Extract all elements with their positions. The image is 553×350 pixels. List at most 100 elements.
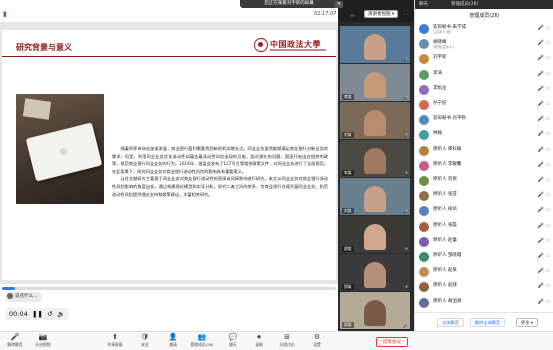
toolbar-button[interactable]: ⚙ 设置	[302, 333, 332, 350]
video-tile[interactable]: 邵某 🎤	[340, 216, 410, 253]
video-tile[interactable]: 邵某 🎤	[340, 292, 410, 329]
participants-list: 答辩秘书-朱学成 (主持人,我) 🎤 ▭ 胡晓峰 (联席主持人) 🎤 ▭ 刘宇新 🎤 ▭ 李涛 🎤…	[415, 22, 553, 312]
toolbar-label: 解除静音	[7, 342, 23, 347]
progress-track[interactable]	[2, 287, 336, 290]
video-tile-name: 李某	[342, 170, 354, 176]
participant-name: 原听人 张磊	[433, 222, 457, 228]
video-tile[interactable]: 李某 🎤	[340, 140, 410, 177]
participant-row[interactable]: 原听人 徐凤 🎤 ▭	[415, 204, 553, 220]
toolbar-button[interactable]: 🛡 安全	[130, 333, 160, 350]
participant-avatar	[419, 145, 429, 156]
meeting-window: 研究背景与意义 中国政法大學 随着利率市场化加速发展，商业银行盈利需要找到新的利…	[0, 0, 553, 350]
participant-row[interactable]: 原听人 李靓馨 🎤 ▭	[415, 159, 553, 175]
end-meeting-button[interactable]: 结束会议	[376, 337, 408, 347]
participant-media-icons[interactable]: 🎤 ▭	[537, 238, 550, 244]
playback-bar: 说点什么... 00:04 ❚❚ ↺ 🔈	[0, 284, 338, 331]
participant-media-icons[interactable]: 🎤 ▭	[537, 299, 550, 305]
participant-name: 刘宇新	[433, 55, 447, 61]
participant-media-icons[interactable]: 🎤 ▭	[537, 223, 550, 229]
toolbar-label: 开启视频	[35, 342, 51, 347]
video-tile[interactable]: 李某 🎤	[340, 64, 410, 101]
participant-media-icons[interactable]: 🎤 ▭	[537, 40, 550, 46]
loop-icon[interactable]: ↺	[45, 310, 52, 318]
participant-row[interactable]: 李涛 🎤 ▭	[415, 68, 553, 84]
toolbar-icon: 👤	[168, 333, 178, 341]
participant-avatar	[419, 69, 429, 80]
participant-media-icons[interactable]: 🎤 ▭	[537, 192, 550, 198]
participant-row[interactable]: 原听人 胡泊源 🎤 ▭	[415, 296, 553, 312]
toolbar-button[interactable]: 👥 管理成员(26)	[187, 333, 217, 350]
participant-row[interactable]: 原听人 赵蕾 🎤 ▭	[415, 235, 553, 251]
toolbar-icon: ⏺	[257, 333, 261, 341]
tab-members[interactable]: 管理成员(26)	[451, 1, 478, 7]
participant-media-icons[interactable]: 🎤 ▭	[537, 131, 550, 137]
tab-chat[interactable]: 聊天	[419, 1, 428, 7]
participant-avatar	[419, 115, 429, 126]
toolbar-button[interactable]: 🎤 解除静音	[0, 333, 30, 350]
video-tile[interactable]: 🎤	[340, 26, 410, 63]
participant-media-icons[interactable]: 🎤 ▭	[537, 101, 550, 107]
participant-media-icons[interactable]: 🎤 ▭	[537, 207, 550, 213]
participant-row[interactable]: 林翰 🎤 ▭	[415, 128, 553, 144]
participant-row[interactable]: 原听人 赵某 🎤 ▭	[415, 265, 553, 281]
playback-time: 00:04	[9, 310, 28, 318]
video-tile[interactable]: 刘某 🎤	[340, 102, 410, 139]
shared-screen-area: 研究背景与意义 中国政法大學 随着利率市场化加速发展，商业银行盈利需要找到新的利…	[0, 0, 338, 331]
banner-close-button[interactable]: ×	[335, 1, 343, 8]
participant-media-icons[interactable]: 🎤 ▭	[537, 268, 550, 274]
university-logo: 中国政法大學	[254, 38, 326, 54]
video-mic-icon: 🎤	[403, 171, 408, 176]
participant-media-icons[interactable]: 🎤 ▭	[537, 147, 550, 153]
participant-media-icons[interactable]: 🎤 ▭	[537, 25, 550, 31]
participant-media-icons[interactable]: 🎤 ▭	[537, 177, 550, 183]
participant-avatar	[419, 100, 429, 110]
participant-media-icons[interactable]: 🎤 ▭	[537, 162, 550, 168]
participant-row[interactable]: 答辩秘书-朱学成 (主持人,我) 🎤 ▭	[415, 22, 553, 38]
more-button[interactable]: 更多 ▾	[516, 318, 538, 327]
participant-media-icons[interactable]: 🎤 ▭	[537, 55, 550, 61]
chat-avatar	[7, 292, 13, 299]
participant-video-figure	[364, 72, 386, 98]
pause-icon[interactable]: ❚❚	[30, 310, 43, 318]
participant-row[interactable]: 原听人 刘悦 🎤 ▭	[415, 174, 553, 190]
toolbar-button[interactable]: 👤 邀请	[158, 333, 188, 350]
participant-row[interactable]: 原听人 张亚 🎤 ▭	[415, 189, 553, 205]
participant-media-icons[interactable]: 🎤 ▭	[537, 71, 550, 77]
mute-all-button[interactable]: 全体静音	[437, 318, 464, 327]
participant-avatar	[419, 282, 429, 293]
participant-row[interactable]: 原听人 赵钱 🎤 ▭	[415, 280, 553, 296]
participant-name: 原听人 李靓馨	[433, 161, 462, 167]
video-tile[interactable]: 刘某 🎤	[340, 178, 410, 215]
participant-row[interactable]: 李松岳 🎤 ▭	[415, 83, 553, 99]
toolbar-button[interactable]: 📷 开启视频	[28, 333, 58, 350]
participant-avatar	[419, 39, 429, 50]
participant-row[interactable]: 原听人 邹晓霞 🎤 ▭	[415, 250, 553, 266]
speaker-view-button[interactable]: 演讲者视图 ▾	[364, 10, 399, 18]
volume-icon[interactable]: 🔈	[55, 310, 65, 318]
video-tile[interactable]: 邵某 🎤	[340, 254, 410, 291]
toolbar-button[interactable]: ⊞ 分组讨论	[272, 333, 302, 350]
participant-row[interactable]: 原听人 张磊 🎤 ▭	[415, 220, 553, 236]
participant-row[interactable]: 刘宇新 🎤 ▭	[415, 52, 553, 68]
participant-name: 原听人 赵钱	[433, 283, 457, 289]
participant-media-icons[interactable]: 🎤 ▭	[537, 86, 550, 92]
toolbar-button[interactable]: ⬆ 共享屏幕	[100, 333, 130, 350]
toolbar-icon: 🛡	[140, 333, 150, 341]
slide-body-text: 随着利率市场化加速发展，商业银行盈利需要找到新的利润增长点。同业业务虽然能够满足…	[112, 145, 328, 198]
participant-row[interactable]: 原听人 黄科翰 🎤 ▭	[415, 144, 553, 160]
participant-avatar	[419, 206, 429, 217]
participant-row[interactable]: 答辩秘书-肖平秋 🎤 ▭	[415, 113, 553, 129]
fullscreen-icon[interactable]: ⛶	[404, 10, 411, 17]
participant-row[interactable]: 胡晓峰 (联席主持人) 🎤 ▭	[415, 37, 553, 53]
unmute-all-button[interactable]: 解除全体静音	[470, 318, 506, 327]
panel-tabs: 聊天 管理成员(26)	[415, 0, 553, 9]
participant-video-figure	[364, 224, 386, 250]
participant-media-icons[interactable]: 🎤 ▭	[537, 253, 550, 259]
toolbar-button[interactable]: ⏺ 录制	[244, 333, 274, 350]
participant-row[interactable]: 孙宁纪 🎤 ▭	[415, 98, 553, 114]
participant-media-icons[interactable]: 🎤 ▭	[537, 116, 550, 122]
slide-paragraph-2: 以往文献研究主要基于同业业务对商业银行流动性的直接或间接影响进行研究，本文从同业…	[112, 176, 328, 197]
participant-media-icons[interactable]: 🎤 ▭	[537, 283, 550, 289]
chat-input-pill[interactable]: 说点什么...	[5, 292, 43, 302]
participant-avatar	[419, 267, 429, 278]
